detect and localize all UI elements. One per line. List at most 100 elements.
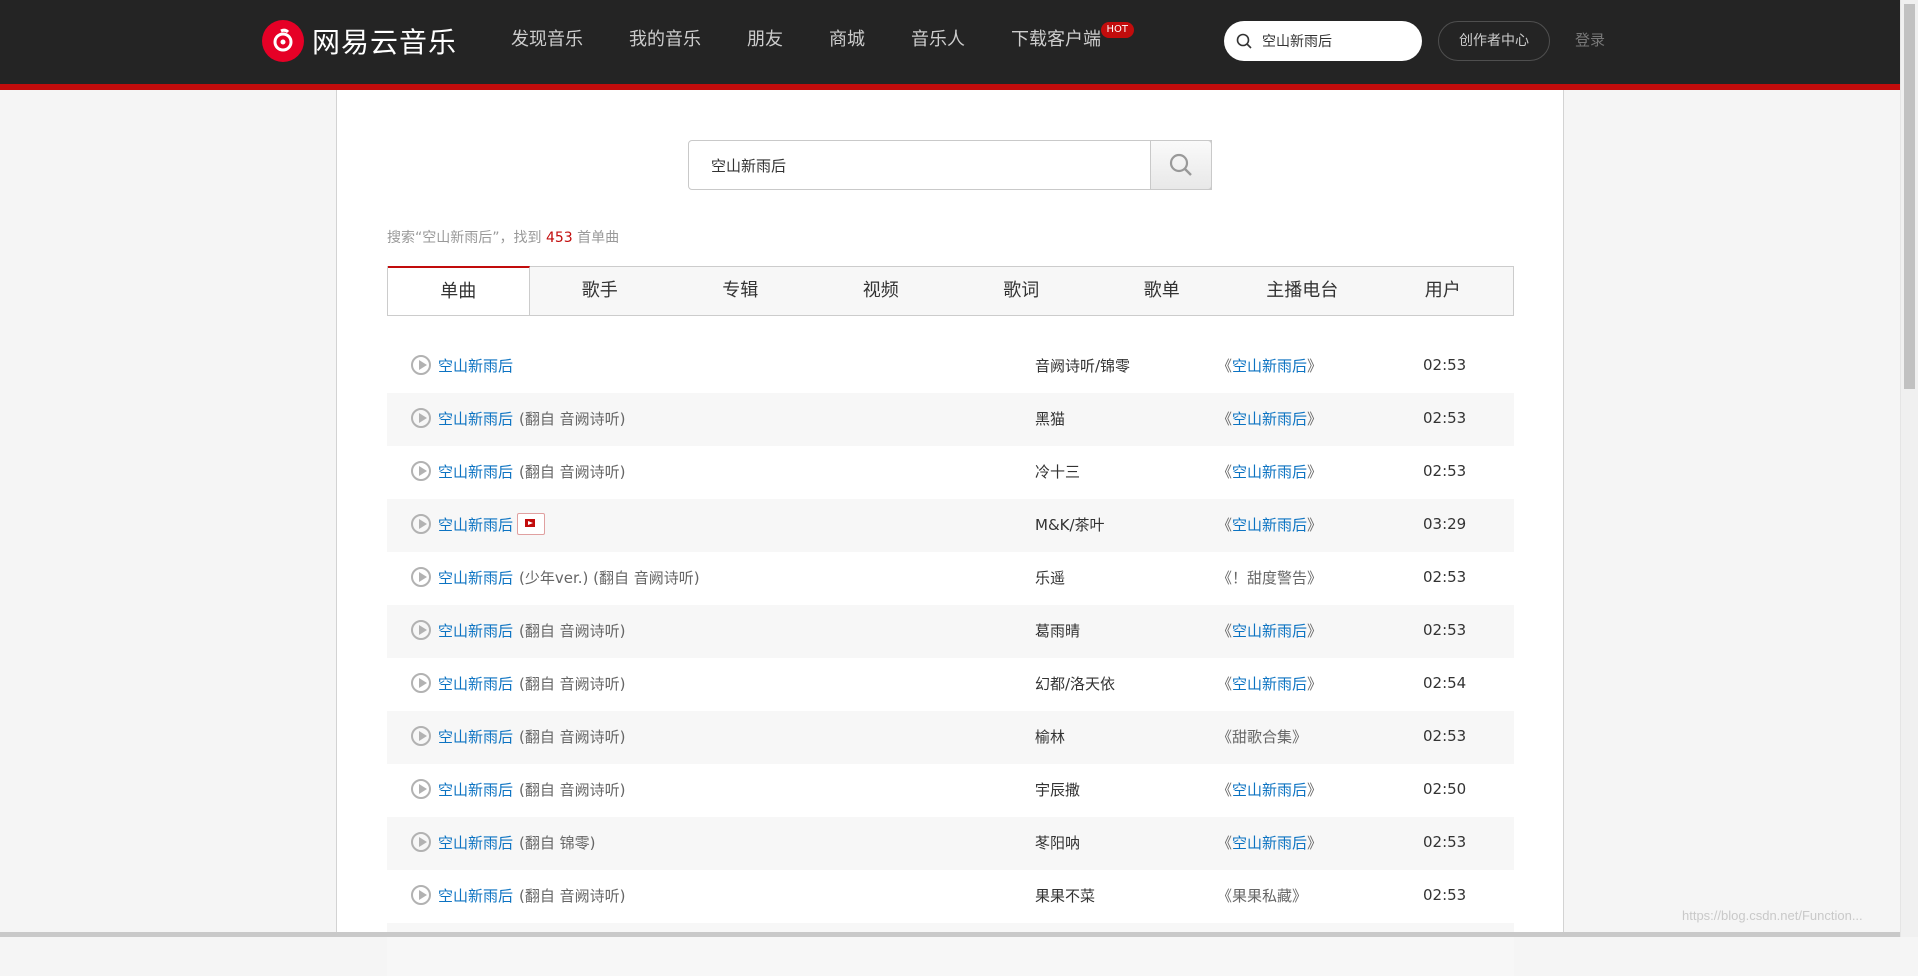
song-cover-note: (翻自 音阙诗听) (519, 781, 626, 799)
bottom-edge (0, 932, 1900, 937)
play-icon[interactable] (411, 514, 431, 534)
song-artist[interactable]: 榆林 (1035, 711, 1065, 764)
album-bracket-open: 《 (1217, 463, 1233, 481)
nav-download-client[interactable]: 下载客户端 HOT (988, 0, 1134, 84)
album-bracket-open: 《 (1217, 410, 1233, 428)
song-cover-note: (翻自 音阙诗听) (519, 675, 626, 693)
song-title[interactable]: 空山新雨后 (438, 463, 513, 481)
album-name[interactable]: 果果私藏 (1232, 887, 1292, 905)
creator-center-button[interactable]: 创作者中心 (1438, 21, 1550, 61)
song-album: 《空山新雨后》 (1217, 446, 1322, 499)
play-icon[interactable] (411, 832, 431, 852)
album-link[interactable]: 空山新雨后 (1232, 834, 1307, 852)
header-search-box[interactable] (1224, 21, 1422, 61)
album-name[interactable]: 甜歌合集 (1232, 728, 1292, 746)
song-artist[interactable]: 葛雨晴 (1035, 605, 1080, 658)
search-input[interactable] (689, 141, 1173, 189)
song-title[interactable]: 空山新雨后 (438, 834, 513, 852)
album-bracket-close: 》 (1307, 834, 1323, 852)
tab-users[interactable]: 用户 (1373, 267, 1514, 315)
mv-icon[interactable] (517, 512, 546, 535)
album-link[interactable]: 空山新雨后 (1232, 357, 1307, 375)
album-name[interactable]: ！甜度警告 (1232, 569, 1307, 587)
song-list: 空山新雨后 音阙诗听/锦零 《空山新雨后》 02:53 空山新雨后 (翻自 音阙诗… (387, 340, 1514, 976)
watermark: https://blog.csdn.net/Function... (1682, 908, 1863, 923)
song-title[interactable]: 空山新雨后 (438, 357, 513, 375)
song-artist[interactable]: 冷十三 (1035, 446, 1080, 499)
tab-videos[interactable]: 视频 (811, 267, 952, 315)
nav-friends[interactable]: 朋友 (724, 0, 806, 84)
album-bracket-open: 《 (1217, 569, 1233, 587)
song-artist[interactable]: 黑猫 (1035, 393, 1065, 446)
tab-radio[interactable]: 主播电台 (1232, 267, 1373, 315)
play-icon[interactable] (411, 408, 431, 428)
song-title[interactable]: 空山新雨后 (438, 516, 513, 534)
tab-albums[interactable]: 专辑 (670, 267, 811, 315)
song-cover-note: (翻自 音阙诗听) (519, 463, 626, 481)
album-link[interactable]: 空山新雨后 (1232, 463, 1307, 481)
song-title-cell: 空山新雨后 (翻自 音阙诗听) (438, 658, 626, 711)
play-icon[interactable] (411, 620, 431, 640)
album-bracket-open: 《 (1217, 728, 1233, 746)
hot-badge: HOT (1100, 22, 1134, 38)
tab-artists[interactable]: 歌手 (530, 267, 671, 315)
album-bracket-close: 》 (1307, 410, 1323, 428)
song-cover-note: (少年ver.) (翻自 音阙诗听) (519, 569, 700, 587)
brand-logo[interactable]: 网易云音乐 (262, 20, 457, 62)
song-artist[interactable]: 宇辰撒 (1035, 764, 1080, 817)
song-title[interactable]: 空山新雨后 (438, 728, 513, 746)
search-box[interactable] (688, 140, 1212, 190)
page-scrollbar[interactable] (1900, 0, 1918, 937)
song-title-cell: 空山新雨后 (翻自 音阙诗听) (438, 870, 626, 923)
play-icon[interactable] (411, 567, 431, 587)
album-link[interactable]: 空山新雨后 (1232, 781, 1307, 799)
album-link[interactable]: 空山新雨后 (1232, 516, 1307, 534)
play-icon[interactable] (411, 355, 431, 375)
album-link[interactable]: 空山新雨后 (1232, 675, 1307, 693)
nav-my-music[interactable]: 我的音乐 (606, 0, 724, 84)
song-cover-note: (翻自 音阙诗听) (519, 622, 626, 640)
login-link[interactable]: 登录 (1575, 29, 1605, 50)
song-title[interactable]: 空山新雨后 (438, 887, 513, 905)
song-row: 空山新雨后 (翻自 锦零) 苳阳呐 《空山新雨后》 02:53 (387, 817, 1514, 870)
search-button[interactable] (1150, 140, 1212, 190)
song-title[interactable]: 空山新雨后 (438, 569, 513, 587)
song-duration: 02:53 (1423, 621, 1467, 639)
play-icon[interactable] (411, 779, 431, 799)
song-title-cell: 空山新雨后 (翻自 音阙诗听) (438, 393, 626, 446)
album-link[interactable]: 空山新雨后 (1232, 410, 1307, 428)
song-album: 《空山新雨后》 (1217, 499, 1322, 552)
song-title-cell: 空山新雨后 (438, 340, 513, 393)
song-row-partial (387, 923, 1514, 976)
play-icon[interactable] (411, 673, 431, 693)
song-duration: 02:53 (1423, 409, 1467, 427)
song-artist[interactable]: M&K/茶叶 (1035, 499, 1105, 552)
song-title[interactable]: 空山新雨后 (438, 675, 513, 693)
play-icon[interactable] (411, 726, 431, 746)
tab-lyrics[interactable]: 歌词 (951, 267, 1092, 315)
song-album: 《果果私藏》 (1217, 870, 1307, 923)
nav-download-label: 下载客户端 (1011, 29, 1101, 50)
song-album: 《空山新雨后》 (1217, 817, 1322, 870)
song-title[interactable]: 空山新雨后 (438, 622, 513, 640)
song-title-cell: 空山新雨后 (翻自 锦零) (438, 817, 596, 870)
song-artist[interactable]: 音阙诗听/锦零 (1035, 340, 1130, 393)
song-title[interactable]: 空山新雨后 (438, 781, 513, 799)
song-artist[interactable]: 苳阳呐 (1035, 817, 1080, 870)
tab-playlists[interactable]: 歌单 (1092, 267, 1233, 315)
play-icon[interactable] (411, 461, 431, 481)
search-icon (1169, 153, 1192, 176)
song-title[interactable]: 空山新雨后 (438, 410, 513, 428)
scrollbar-thumb[interactable] (1904, 4, 1915, 389)
nav-mall[interactable]: 商城 (806, 0, 888, 84)
tab-songs[interactable]: 单曲 (388, 266, 530, 315)
song-album: 《空山新雨后》 (1217, 340, 1322, 393)
nav-musician[interactable]: 音乐人 (888, 0, 988, 84)
play-icon[interactable] (411, 885, 431, 905)
song-artist[interactable]: 幻都/洛天依 (1035, 658, 1115, 711)
album-link[interactable]: 空山新雨后 (1232, 622, 1307, 640)
header-search-input[interactable] (1260, 32, 1414, 50)
song-artist[interactable]: 乐遥 (1035, 552, 1065, 605)
nav-discover-music[interactable]: 发现音乐 (488, 0, 606, 84)
song-artist[interactable]: 果果不菜 (1035, 870, 1095, 923)
